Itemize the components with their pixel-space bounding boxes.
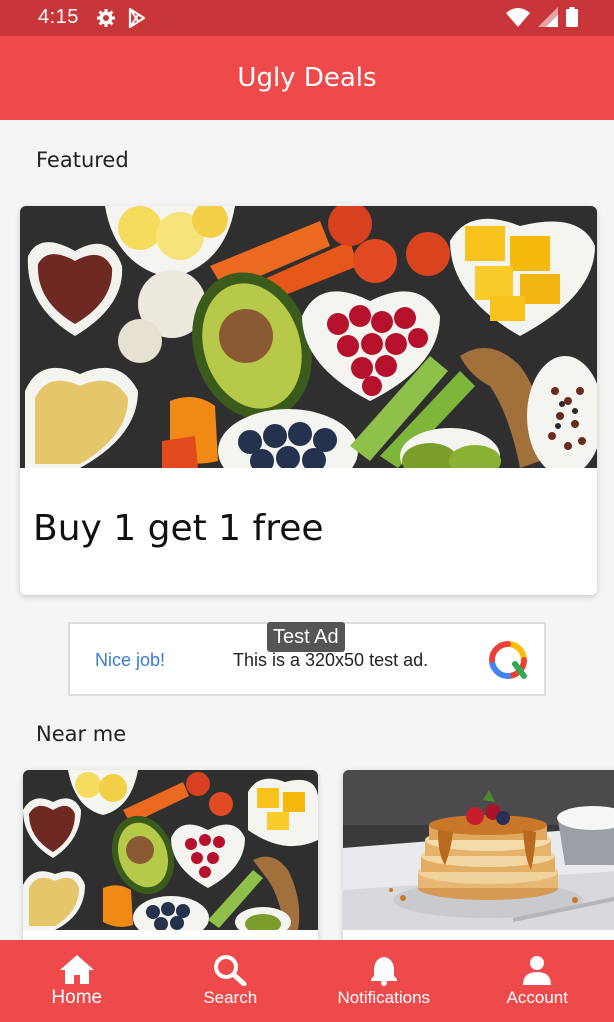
search-icon <box>214 955 247 986</box>
wifi-icon <box>506 8 530 27</box>
featured-deal-card[interactable]: Buy 1 get 1 free <box>20 206 597 595</box>
nav-search[interactable]: Search <box>154 940 308 1022</box>
ad-logo-icon <box>489 641 527 679</box>
play-store-icon <box>128 8 146 28</box>
featured-deal-image <box>20 206 597 468</box>
nav-notifications-label: Notifications <box>337 988 431 1007</box>
ad-nice-text: Nice job! <box>95 650 166 670</box>
bell-icon <box>370 957 397 986</box>
app-bar: Ugly Deals <box>0 36 614 120</box>
status-time: 4:15 <box>38 6 79 28</box>
nav-account[interactable]: Account <box>461 940 614 1022</box>
near-me-card-image <box>23 770 318 940</box>
near-me-card[interactable] <box>343 770 614 950</box>
near-me-card-image <box>343 770 614 930</box>
gear-icon <box>97 9 115 27</box>
nav-notifications[interactable]: Notifications <box>307 940 461 1022</box>
nav-search-label: Search <box>203 988 258 1007</box>
battery-icon <box>566 7 578 27</box>
nav-account-label: Account <box>506 988 568 1007</box>
app-title: Ugly Deals <box>237 63 377 93</box>
near-me-title: Near me <box>36 722 127 746</box>
signal-icon <box>538 7 558 27</box>
ad-description: This is a 320x50 test ad. <box>233 650 429 670</box>
test-ad-label: Test Ad <box>267 622 345 652</box>
featured-title: Featured <box>36 148 129 172</box>
featured-deal-caption: Buy 1 get 1 free <box>33 508 324 549</box>
status-bar: 4:15 <box>0 0 614 36</box>
account-icon <box>523 956 552 985</box>
home-icon <box>59 955 94 984</box>
nav-home[interactable]: Home <box>0 940 154 1022</box>
near-me-card[interactable] <box>23 770 318 950</box>
bottom-navigation: Home Search Notifications Account <box>0 940 614 1022</box>
nav-home-label: Home <box>51 987 103 1008</box>
